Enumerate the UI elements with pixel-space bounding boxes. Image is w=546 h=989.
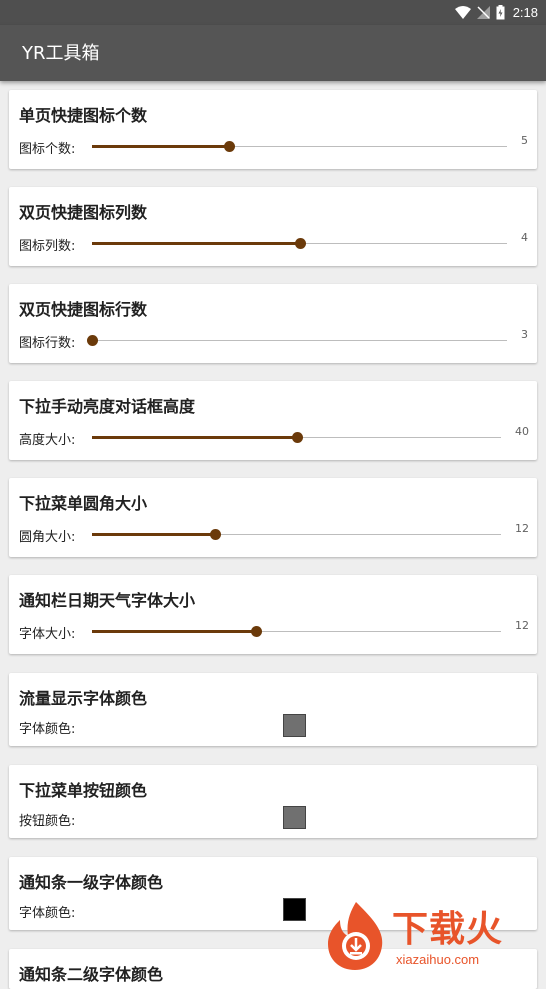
slider-value: 12 — [515, 619, 529, 632]
setting-label: 字体颜色: — [19, 722, 76, 737]
setting-label: 图标个数: — [19, 142, 76, 157]
setting-title: 单页快捷图标个数 — [19, 106, 148, 125]
slider-thumb[interactable] — [223, 141, 235, 152]
setting-card: 双页快捷图标行数 图标行数: 3 — [9, 284, 537, 363]
setting-title: 下拉菜单按钮颜色 — [19, 781, 148, 800]
battery-charging-icon — [496, 4, 505, 20]
wifi-icon — [454, 5, 471, 19]
slider-fill — [92, 242, 300, 245]
setting-title: 通知条一级字体颜色 — [19, 873, 164, 892]
slider-fill — [92, 630, 256, 633]
slider-corner-radius[interactable] — [92, 529, 501, 540]
setting-title: 流量显示字体颜色 — [19, 689, 148, 708]
setting-card: 双页快捷图标列数 图标列数: 4 — [9, 187, 537, 266]
setting-card: 下拉菜单按钮颜色 按钮颜色: — [9, 765, 537, 838]
color-swatch-traffic-font[interactable] — [283, 714, 306, 737]
app-title: YR工具箱 — [22, 43, 100, 64]
slider-value: 12 — [515, 522, 529, 535]
setting-label: 字体颜色: — [19, 906, 76, 921]
setting-label: 图标列数: — [19, 239, 76, 254]
setting-label: 圆角大小: — [19, 530, 76, 545]
status-clock: 2:18 — [512, 4, 538, 20]
slider-fill — [92, 436, 297, 439]
setting-title: 下拉菜单圆角大小 — [19, 494, 148, 513]
setting-title: 下拉手动亮度对话框高度 — [19, 397, 196, 416]
slider-thumb[interactable] — [294, 238, 306, 249]
setting-card: 下拉菜单圆角大小 圆角大小: 12 — [9, 478, 537, 557]
color-swatch-menu-button[interactable] — [283, 806, 306, 829]
setting-label: 字体大小: — [19, 627, 76, 642]
setting-label: 高度大小: — [19, 433, 76, 448]
slider-value: 3 — [521, 328, 528, 341]
setting-label: 图标行数: — [19, 336, 76, 351]
slider-value: 4 — [521, 231, 528, 244]
setting-card: 单页快捷图标个数 图标个数: 5 — [9, 90, 537, 169]
slider-row-count[interactable] — [87, 335, 507, 346]
setting-title: 通知条二级字体颜色 — [19, 965, 164, 984]
slider-column-count[interactable] — [92, 238, 507, 249]
slider-thumb[interactable] — [87, 335, 98, 346]
color-swatch-primary-font[interactable] — [283, 898, 306, 921]
slider-weather-font-size[interactable] — [92, 626, 501, 637]
slider-thumb[interactable] — [209, 529, 221, 540]
watermark-logo: 下载火 xiazaihuo.com — [322, 900, 546, 972]
setting-card: 通知栏日期天气字体大小 字体大小: 12 — [9, 575, 537, 654]
watermark-url: xiazaihuo.com — [396, 952, 480, 967]
slider-value: 5 — [521, 134, 528, 147]
signal-off-icon — [476, 5, 490, 19]
slider-fill — [92, 533, 215, 536]
slider-brightness-height[interactable] — [92, 432, 501, 443]
status-bar: 2:18 — [0, 0, 546, 25]
slider-value: 40 — [515, 425, 529, 438]
slider-thumb[interactable] — [250, 626, 262, 637]
setting-label: 按钮颜色: — [19, 814, 76, 829]
slider-thumb[interactable] — [291, 432, 303, 443]
setting-card: 流量显示字体颜色 字体颜色: — [9, 673, 537, 746]
flame-logo-icon — [328, 902, 383, 970]
setting-title: 双页快捷图标列数 — [19, 203, 148, 222]
slider-icon-count[interactable] — [92, 141, 507, 152]
watermark-text: 下载火 — [392, 909, 504, 950]
setting-title: 双页快捷图标行数 — [19, 300, 148, 319]
slider-fill — [92, 145, 229, 148]
app-bar: YR工具箱 — [0, 25, 546, 81]
setting-card: 下拉手动亮度对话框高度 高度大小: 40 — [9, 381, 537, 460]
setting-title: 通知栏日期天气字体大小 — [19, 591, 196, 610]
